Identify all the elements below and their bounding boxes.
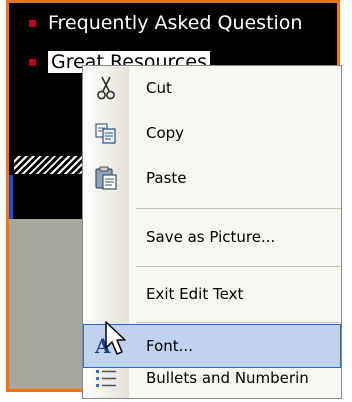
slide-edge (9, 175, 13, 219)
copy-icon (92, 119, 120, 147)
menu-item-label: Save as Picture... (146, 228, 276, 246)
menu-item-paste[interactable]: Paste (83, 156, 341, 200)
bullet-marker (29, 58, 36, 66)
menu-item-label: Exit Edit Text (146, 285, 244, 303)
menu-item-label: Copy (146, 124, 185, 142)
workspace-background (9, 219, 89, 389)
scissors-icon (92, 74, 120, 102)
menu-item-cut[interactable]: Cut (83, 66, 341, 110)
menu-item-label: Cut (146, 79, 172, 97)
bullet-line-faq[interactable]: Frequently Asked Question (9, 8, 302, 38)
paste-icon (92, 164, 120, 192)
menu-item-bullets-numbering[interactable]: Bullets and Numberin (83, 356, 341, 400)
mouse-pointer-icon (105, 321, 126, 355)
text-box-border[interactable] (14, 156, 90, 174)
menu-item-copy[interactable]: Copy (83, 111, 341, 155)
menu-item-label: Paste (146, 169, 187, 187)
menu-item-save-as-picture[interactable]: Save as Picture... (83, 215, 341, 259)
bullet-marker (29, 19, 36, 27)
menu-separator (136, 322, 341, 323)
bullets-icon (92, 364, 120, 392)
menu-separator (136, 208, 341, 209)
bullet-text: Frequently Asked Question (48, 12, 303, 34)
menu-item-label: Font... (146, 337, 193, 355)
menu-separator (136, 266, 341, 267)
menu-item-exit-edit-text[interactable]: Exit Edit Text (83, 272, 341, 316)
menu-item-label: Bullets and Numberin (146, 369, 309, 387)
